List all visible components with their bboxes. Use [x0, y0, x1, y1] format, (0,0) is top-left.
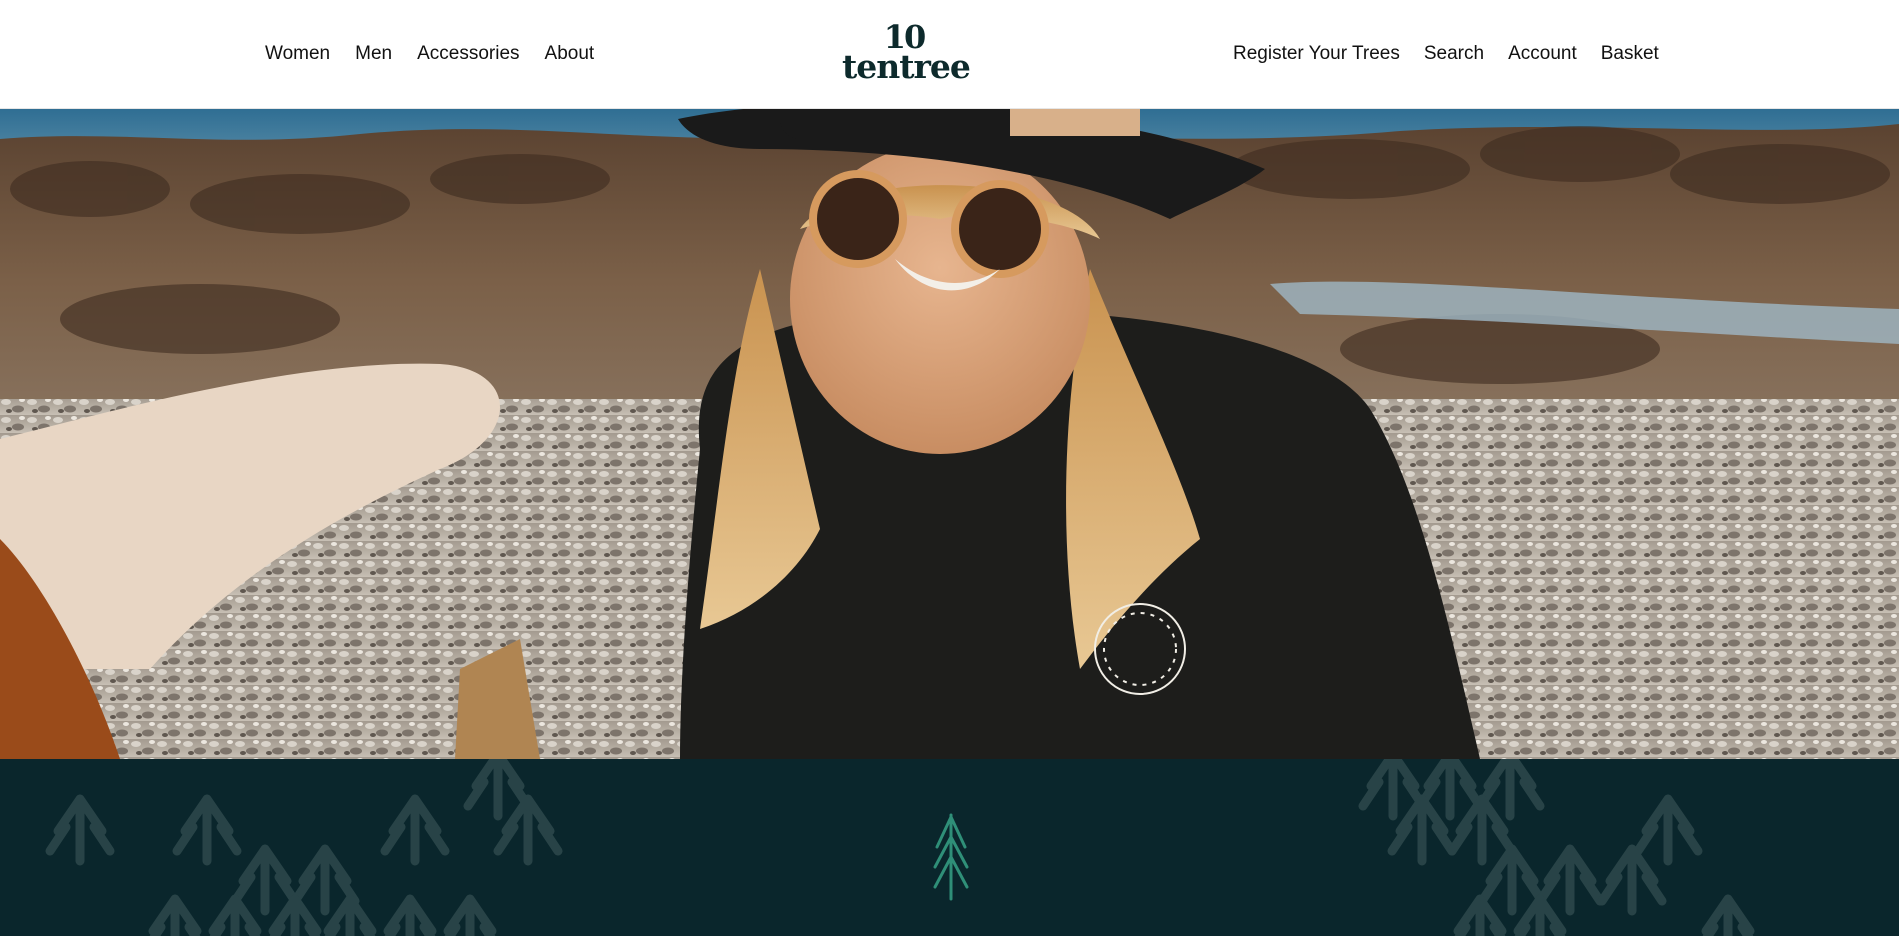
pine-tree-icon [933, 813, 969, 901]
site-header: Women Men Accessories About 10 tentree R… [0, 0, 1899, 109]
logo-wordmark: tentree [842, 47, 971, 86]
utility-nav: Register Your Trees Search Account Baske… [1233, 40, 1659, 68]
hero-image [0, 109, 1899, 759]
hero-photo-illustration [0, 109, 1899, 759]
nav-women-link[interactable]: Women [265, 40, 330, 68]
nav-accessories-link[interactable]: Accessories [417, 40, 519, 68]
nav-men-link[interactable]: Men [355, 40, 392, 68]
tree-pattern-background [0, 759, 1899, 936]
tentree-logo[interactable]: 10 tentree [842, 20, 971, 88]
nav-about-link[interactable]: About [545, 40, 595, 68]
footer-promo-band [0, 759, 1899, 936]
basket-link[interactable]: Basket [1601, 40, 1659, 68]
register-trees-link[interactable]: Register Your Trees [1233, 40, 1400, 68]
primary-nav: Women Men Accessories About [265, 40, 594, 68]
search-link[interactable]: Search [1424, 40, 1484, 68]
account-link[interactable]: Account [1508, 40, 1577, 68]
